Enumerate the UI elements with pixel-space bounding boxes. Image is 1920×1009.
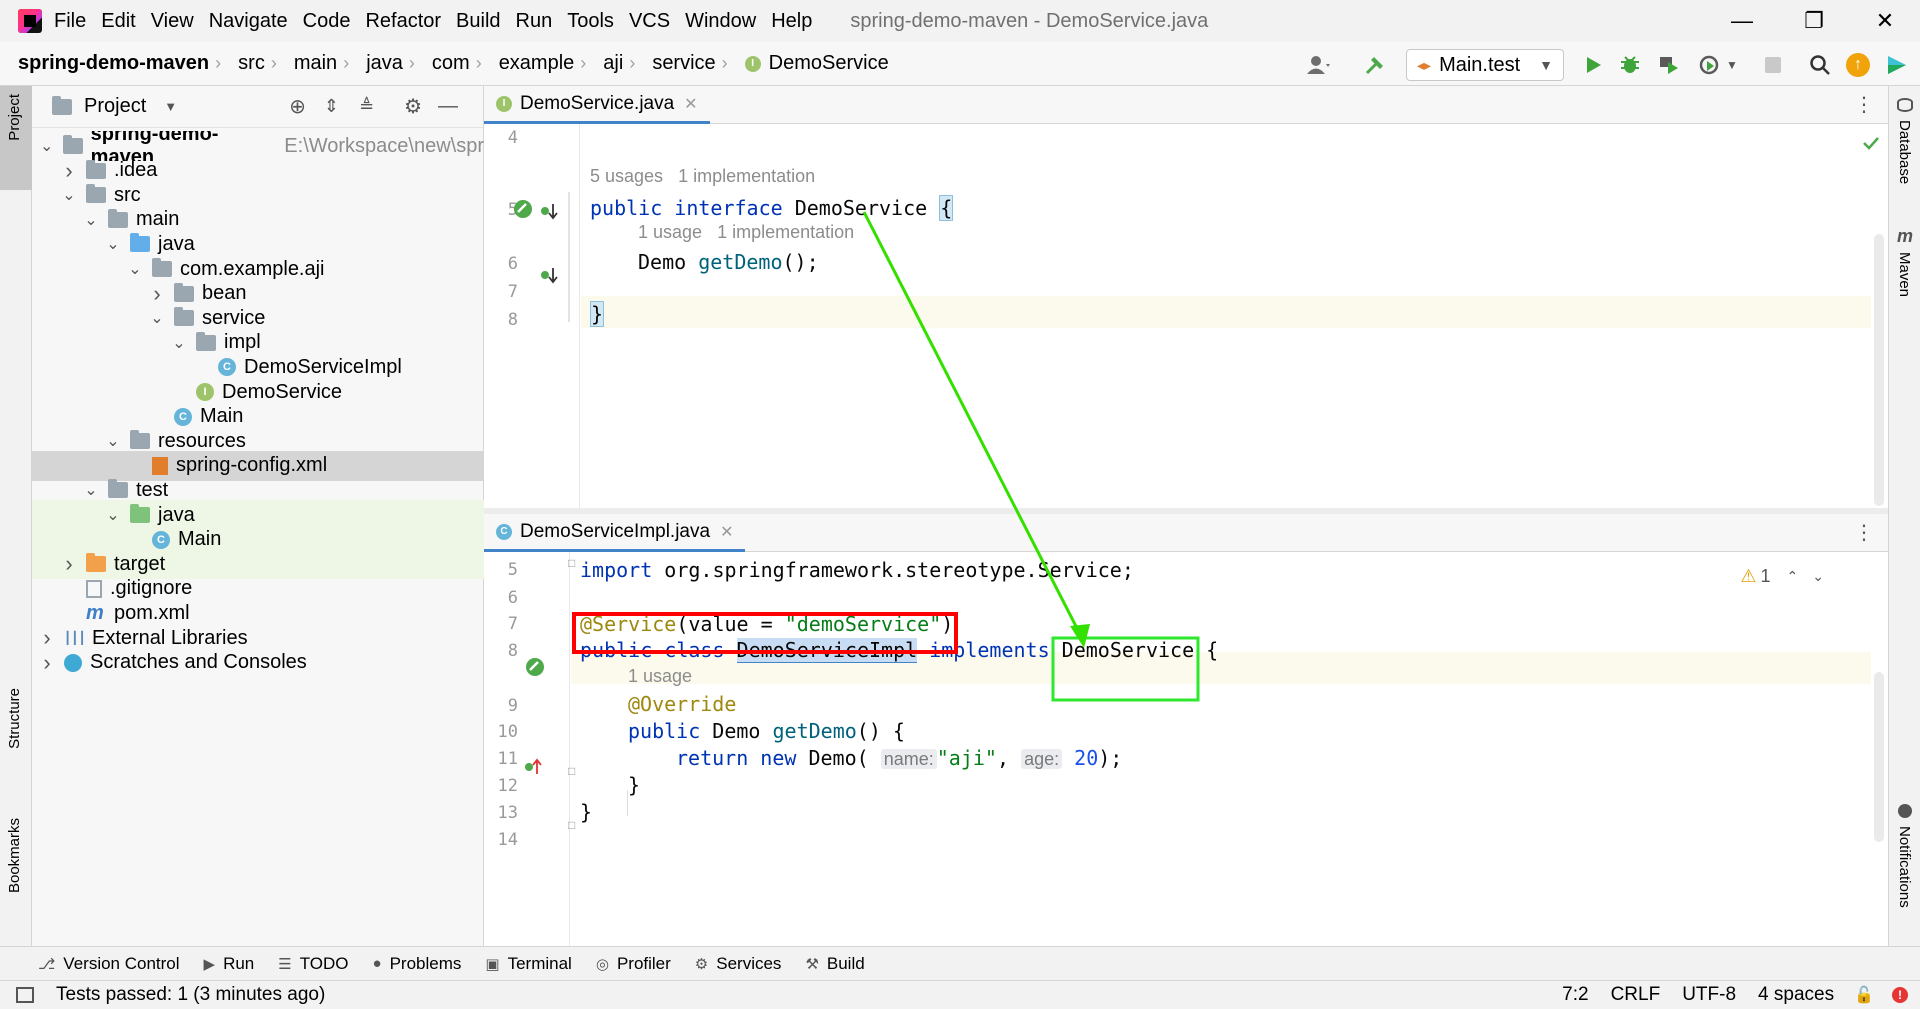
indent-setting[interactable]: 4 spaces: [1758, 984, 1834, 1006]
version-control-icon: ⎇: [38, 955, 56, 973]
file-encoding[interactable]: UTF-8: [1682, 984, 1736, 1006]
tool-window-label: Services: [716, 953, 782, 973]
tool-window-build[interactable]: ⚒ Build: [805, 954, 864, 974]
red-highlight-box: [572, 612, 958, 654]
terminal-icon: ▣: [485, 955, 500, 973]
profiler-icon: ◎: [595, 955, 609, 973]
tool-window-services[interactable]: ⚙ Services: [695, 954, 782, 974]
todo-icon: ☰: [278, 955, 292, 973]
tool-window-label: Run: [223, 953, 255, 973]
caret-position[interactable]: 7:2: [1562, 984, 1588, 1006]
tool-window-profiler[interactable]: ◎ Profiler: [596, 954, 671, 974]
tool-window-label: Build: [826, 953, 865, 973]
tool-window-label: Problems: [389, 953, 462, 973]
tool-window-problems[interactable]: ● Problems: [373, 954, 462, 974]
tool-window-version-control[interactable]: ⎇ Version Control: [38, 954, 180, 974]
tool-window-todo[interactable]: ☰ TODO: [278, 954, 348, 974]
lock-icon[interactable]: 🔓: [1854, 985, 1874, 1005]
status-message[interactable]: Tests passed: 1 (3 minutes ago): [56, 984, 325, 1006]
tool-window-label: Profiler: [616, 953, 671, 973]
run-icon: ▶: [203, 955, 216, 973]
tool-window-label: Terminal: [507, 953, 572, 973]
tool-window-run[interactable]: ▶ Run: [204, 954, 255, 974]
error-icon[interactable]: !: [1892, 987, 1908, 1003]
tool-window-terminal[interactable]: ▣ Terminal: [485, 954, 571, 974]
status-bar: Tests passed: 1 (3 minutes ago) 7:2 CRLF…: [0, 980, 1920, 1009]
tool-window-label: TODO: [299, 953, 349, 973]
annotation-arrow: [862, 211, 1084, 639]
toggle-tool-windows-icon[interactable]: [16, 987, 34, 1003]
annotation-overlay: [572, 211, 1200, 702]
tool-window-label: Version Control: [63, 953, 180, 973]
build-icon: ⚒: [805, 955, 819, 973]
services-icon: ⚙: [694, 955, 709, 973]
green-highlight-box: [1051, 636, 1200, 702]
problems-icon: ●: [372, 955, 382, 972]
arrow-head: [1070, 624, 1090, 648]
line-separator[interactable]: CRLF: [1611, 984, 1661, 1006]
tool-window-bar: ⎇ Version Control ▶ Run ☰ TODO ● Problems ▣ Termi…: [0, 946, 1920, 980]
